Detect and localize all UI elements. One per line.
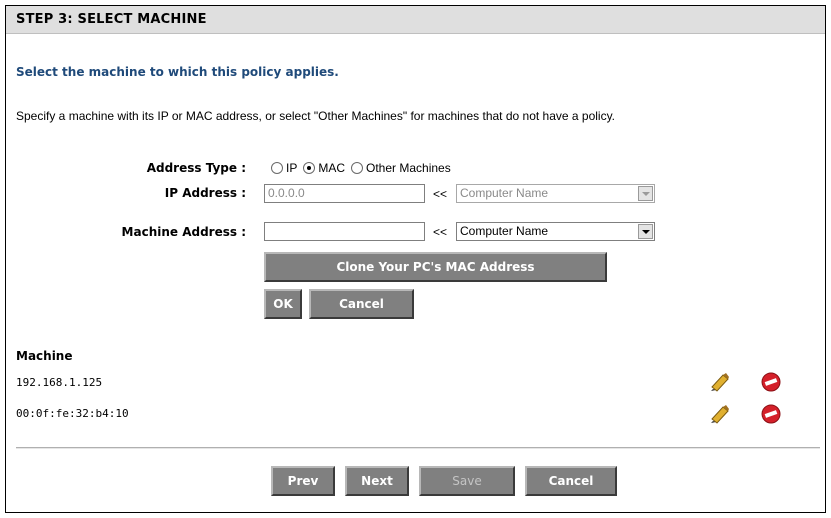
machine-address-label: Machine Address : — [121, 225, 246, 239]
clone-mac-button[interactable]: Clone Your PC's MAC Address — [264, 252, 607, 282]
pencil-edit-icon[interactable] — [708, 372, 730, 392]
subtitle: Select the machine to which this policy … — [16, 65, 339, 79]
machine-computer-name-value: Computer Name — [460, 224, 549, 238]
radio-mac[interactable] — [303, 162, 316, 174]
radio-mac-label: MAC — [318, 161, 346, 175]
delete-icon[interactable] — [760, 404, 782, 424]
ip-computer-name-value: Computer Name — [460, 186, 549, 200]
divider — [16, 447, 820, 449]
address-type-label: Address Type : — [146, 161, 246, 175]
pencil-edit-icon[interactable] — [708, 404, 730, 424]
radio-ip-label: IP — [286, 161, 298, 175]
description: Specify a machine with its IP or MAC add… — [16, 109, 616, 123]
radio-other-machines-label: Other Machines — [366, 161, 451, 175]
machine-list-title: Machine — [16, 349, 73, 363]
machine-row-2-address: 00:0f:fe:32:b4:10 — [16, 407, 129, 420]
chevron-down-icon — [638, 224, 653, 239]
step-title: STEP 3: SELECT MACHINE — [6, 6, 825, 34]
ip-address-input[interactable]: 0.0.0.0 — [264, 184, 425, 203]
next-button[interactable]: Next — [345, 466, 409, 496]
cancel-wizard-button[interactable]: Cancel — [525, 466, 617, 496]
radio-ip[interactable] — [271, 162, 283, 174]
delete-icon[interactable] — [760, 372, 782, 392]
ip-fill-arrow: << — [433, 187, 448, 201]
ip-computer-name-select[interactable]: Computer Name — [456, 184, 655, 203]
machine-computer-name-select[interactable]: Computer Name — [456, 222, 655, 241]
machine-fill-arrow: << — [433, 225, 448, 239]
wizard-panel: STEP 3: SELECT MACHINE Select the machin… — [5, 5, 826, 513]
machine-address-input[interactable] — [264, 222, 425, 241]
chevron-down-icon — [638, 186, 653, 201]
ok-button[interactable]: OK — [264, 289, 302, 319]
ip-address-label: IP Address : — [164, 186, 246, 200]
prev-button[interactable]: Prev — [271, 466, 335, 496]
cancel-form-button[interactable]: Cancel — [309, 289, 414, 319]
machine-row-1-address: 192.168.1.125 — [16, 376, 103, 389]
save-button: Save — [419, 466, 515, 496]
address-type-radio-group: IP MAC Other Machines — [271, 161, 451, 175]
radio-other-machines[interactable] — [351, 162, 364, 174]
